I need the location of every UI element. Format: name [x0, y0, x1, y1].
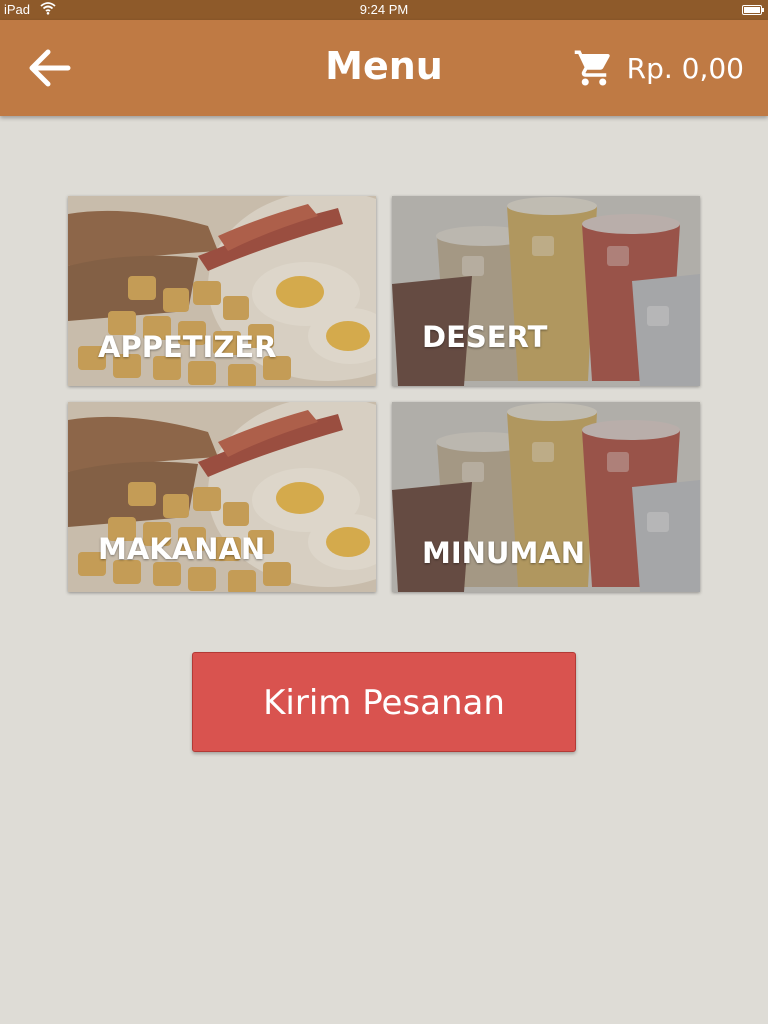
category-grid: APPETIZER DESERT MAKANAN MINUMAN [68, 196, 700, 592]
category-tile-desert[interactable]: DESERT [392, 196, 700, 386]
clock: 9:24 PM [359, 2, 409, 17]
status-bar: iPad 9:24 PM [0, 0, 768, 20]
category-tile-appetizer[interactable]: APPETIZER [68, 196, 376, 386]
app-bar: Menu Rp. 0,00 [0, 20, 768, 116]
category-tile-minuman[interactable]: MINUMAN [392, 402, 700, 592]
category-tile-makanan[interactable]: MAKANAN [68, 402, 376, 592]
category-label: MAKANAN [98, 532, 266, 566]
cart-button[interactable]: Rp. 0,00 [573, 44, 744, 92]
category-label: MINUMAN [422, 536, 586, 570]
battery-icon [742, 5, 764, 15]
arrow-left-icon [29, 49, 71, 87]
cart-total: Rp. 0,00 [626, 51, 744, 85]
drink-glasses-image [392, 196, 700, 386]
back-button[interactable] [24, 46, 76, 90]
category-label: APPETIZER [98, 330, 277, 364]
shopping-cart-icon [574, 50, 610, 86]
submit-order-button[interactable]: Kirim Pesanan [192, 652, 576, 752]
category-label: DESERT [422, 320, 548, 354]
